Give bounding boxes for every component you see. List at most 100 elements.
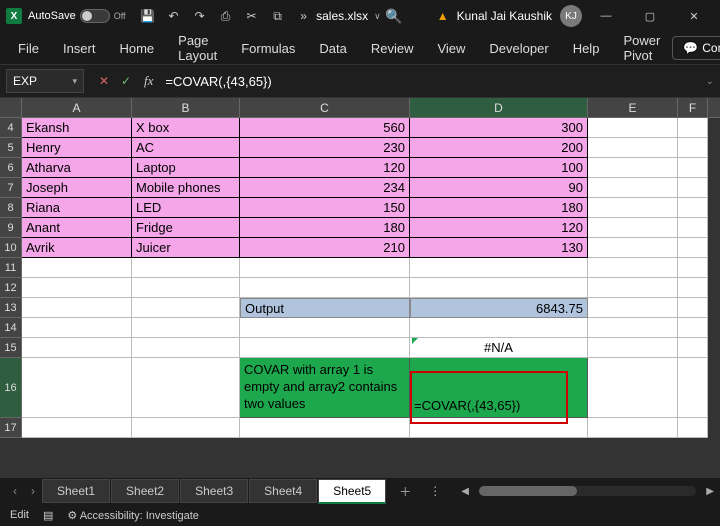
cell[interactable] <box>678 418 708 438</box>
cell[interactable] <box>132 318 240 338</box>
cut-icon[interactable]: ✂ <box>244 8 260 24</box>
sheet-tab[interactable]: Sheet4 <box>249 479 317 503</box>
cell-output-value[interactable]: 6843.75 <box>410 298 588 318</box>
cell[interactable] <box>588 178 678 198</box>
cell[interactable] <box>678 138 708 158</box>
row-header[interactable]: 8 <box>0 198 22 218</box>
grid-body[interactable]: 4EkanshX box560300 5HenryAC230200 6Athar… <box>0 118 720 478</box>
sheet-tab[interactable]: Sheet1 <box>42 479 110 503</box>
row-header[interactable]: 6 <box>0 158 22 178</box>
cell[interactable] <box>22 258 132 278</box>
row-header[interactable]: 10 <box>0 238 22 258</box>
cell[interactable]: Juicer <box>132 238 240 258</box>
redo-icon[interactable]: ↷ <box>192 8 208 24</box>
cell[interactable]: Fridge <box>132 218 240 238</box>
cell[interactable]: 180 <box>410 198 588 218</box>
cell[interactable]: 300 <box>410 118 588 138</box>
copy-icon[interactable]: ⧉ <box>270 8 286 24</box>
cell-na[interactable]: #N/A <box>410 338 588 358</box>
cell[interactable] <box>678 338 708 358</box>
cell[interactable]: 560 <box>240 118 410 138</box>
cancel-formula-icon[interactable]: ✕ <box>94 71 114 91</box>
confirm-formula-icon[interactable]: ✓ <box>116 71 136 91</box>
cell-output-label[interactable]: Output <box>240 298 410 318</box>
cell[interactable] <box>22 278 132 298</box>
formula-input[interactable] <box>165 74 699 89</box>
cell[interactable]: 234 <box>240 178 410 198</box>
cell[interactable] <box>132 358 240 418</box>
cell[interactable] <box>588 338 678 358</box>
scroll-thumb[interactable] <box>479 486 577 496</box>
cell[interactable]: Atharva <box>22 158 132 178</box>
cell[interactable] <box>588 318 678 338</box>
expand-formula-bar-icon[interactable]: ⌄ <box>706 76 714 87</box>
cell[interactable] <box>588 158 678 178</box>
cell[interactable] <box>678 258 708 278</box>
sheet-nav-next-icon[interactable]: › <box>24 484 42 498</box>
sheet-tab[interactable]: Sheet2 <box>111 479 179 503</box>
cell[interactable]: Joseph <box>22 178 132 198</box>
sheet-nav-prev-icon[interactable]: ‹ <box>6 484 24 498</box>
cell[interactable] <box>678 118 708 138</box>
cell[interactable] <box>678 178 708 198</box>
cell[interactable] <box>132 258 240 278</box>
tab-developer[interactable]: Developer <box>477 35 560 62</box>
cell[interactable]: 130 <box>410 238 588 258</box>
undo-icon[interactable]: ↶ <box>166 8 182 24</box>
cell[interactable] <box>678 278 708 298</box>
cell[interactable] <box>410 418 588 438</box>
cell[interactable]: Laptop <box>132 158 240 178</box>
cell[interactable]: 120 <box>240 158 410 178</box>
row-header[interactable]: 11 <box>0 258 22 278</box>
cell[interactable] <box>588 298 678 318</box>
cell[interactable]: Henry <box>22 138 132 158</box>
cell[interactable]: AC <box>132 138 240 158</box>
cell[interactable]: 210 <box>240 238 410 258</box>
cell-covar-formula[interactable]: =COVAR(,{43,65}) <box>410 358 588 418</box>
sheet-menu-icon[interactable]: ⋮ <box>423 484 447 498</box>
cell[interactable]: Mobile phones <box>132 178 240 198</box>
tab-view[interactable]: View <box>425 35 477 62</box>
chevron-down-icon[interactable]: ▾ <box>72 76 77 87</box>
cell[interactable] <box>132 338 240 358</box>
print-icon[interactable]: ⎙ <box>218 8 234 24</box>
search-icon[interactable]: 🔍 <box>385 8 402 25</box>
scroll-right-icon[interactable]: ▶ <box>706 486 714 497</box>
cell[interactable] <box>678 358 708 418</box>
cell[interactable]: 90 <box>410 178 588 198</box>
cell[interactable] <box>678 318 708 338</box>
cell[interactable]: Ekansh <box>22 118 132 138</box>
fx-icon[interactable]: fx <box>144 73 153 89</box>
cell[interactable] <box>22 318 132 338</box>
select-all-corner[interactable] <box>0 98 22 117</box>
cell[interactable] <box>240 278 410 298</box>
cell[interactable] <box>588 198 678 218</box>
autosave-toggle[interactable]: AutoSave Off <box>28 9 126 23</box>
cell[interactable]: 180 <box>240 218 410 238</box>
cell[interactable] <box>240 258 410 278</box>
col-header-F[interactable]: F <box>678 98 708 117</box>
cell[interactable]: Anant <box>22 218 132 238</box>
more-icon[interactable]: » <box>296 8 312 24</box>
toggle-pill-icon[interactable] <box>80 9 110 23</box>
save-icon[interactable]: 💾 <box>140 8 156 24</box>
avatar[interactable]: KJ <box>560 5 582 27</box>
cell[interactable] <box>678 298 708 318</box>
cell[interactable] <box>22 338 132 358</box>
row-header[interactable]: 15 <box>0 338 22 358</box>
comments-button[interactable]: 💬 Comments <box>672 36 720 60</box>
row-header[interactable]: 16 <box>0 358 22 418</box>
tab-help[interactable]: Help <box>561 35 612 62</box>
row-header[interactable]: 14 <box>0 318 22 338</box>
cell[interactable] <box>240 418 410 438</box>
tab-file[interactable]: File <box>6 35 51 62</box>
row-header[interactable]: 7 <box>0 178 22 198</box>
col-header-A[interactable]: A <box>22 98 132 117</box>
user-name[interactable]: Kunal Jai Kaushik <box>457 9 552 23</box>
cell[interactable] <box>22 418 132 438</box>
sheet-tab-active[interactable]: Sheet5 <box>318 479 386 504</box>
cell-covar-desc[interactable]: COVAR with array 1 is empty and array2 c… <box>240 358 410 418</box>
cell[interactable]: 230 <box>240 138 410 158</box>
cell[interactable] <box>588 418 678 438</box>
cell[interactable] <box>678 238 708 258</box>
